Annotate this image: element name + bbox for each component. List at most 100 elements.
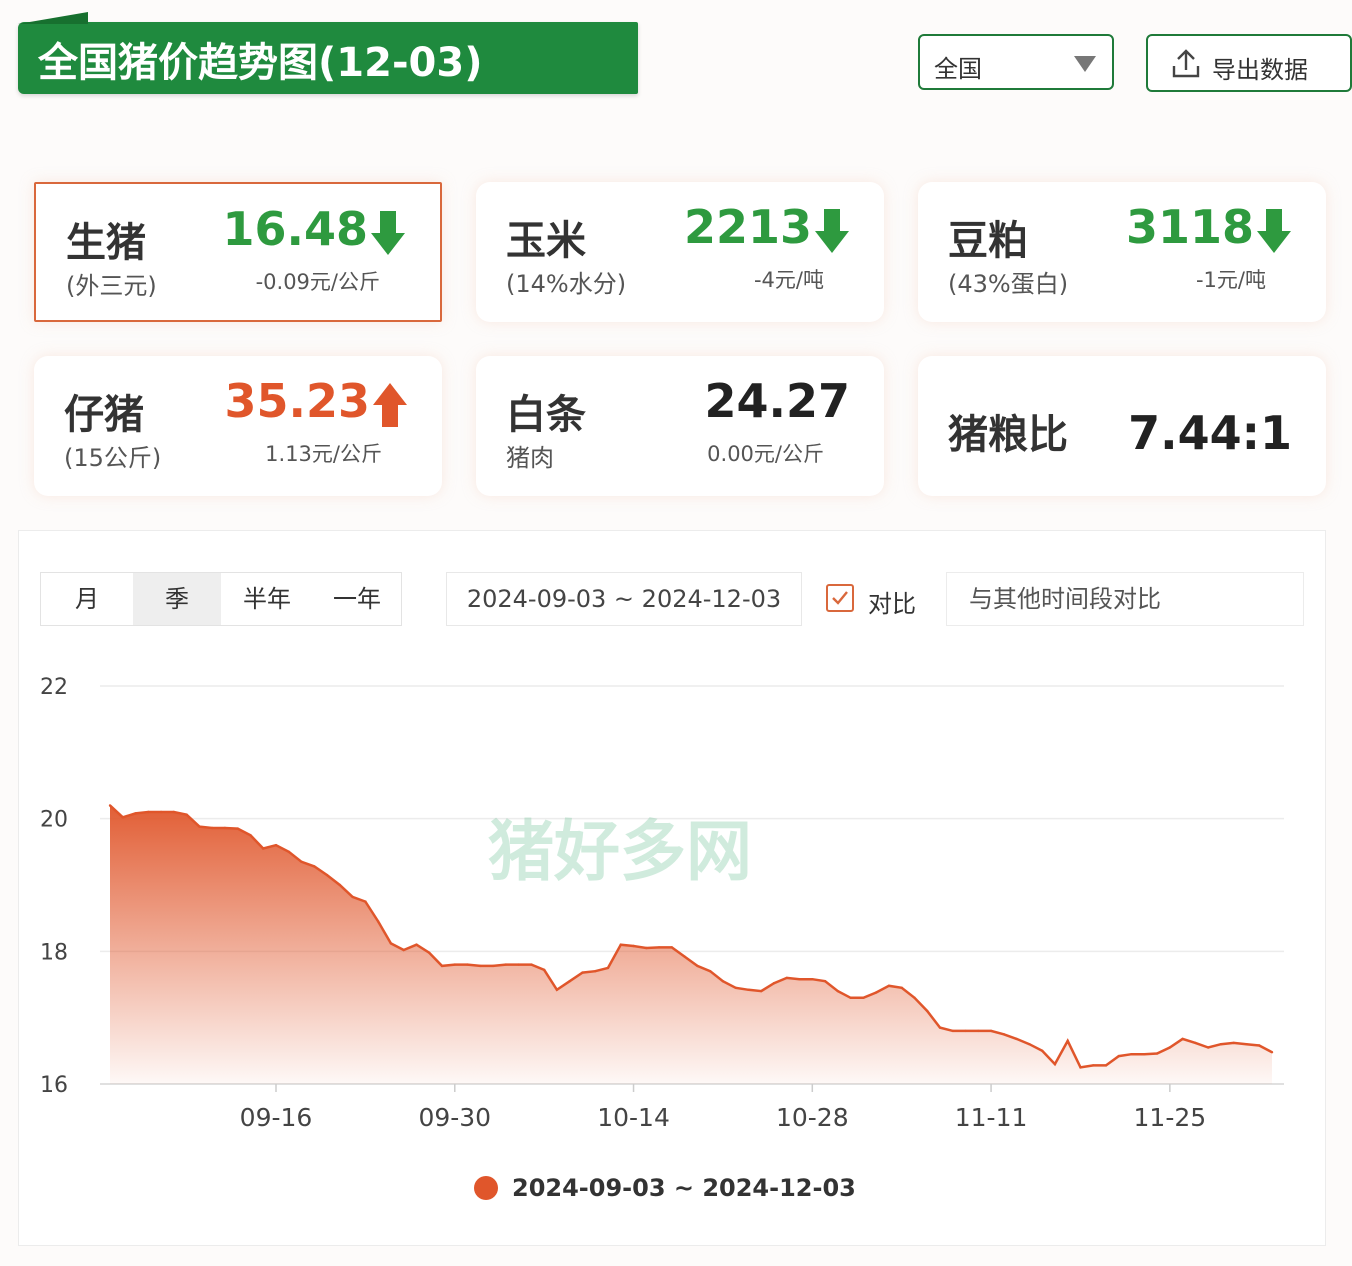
data-point [1002, 1033, 1005, 1036]
data-point [1015, 1037, 1018, 1041]
data-point [300, 860, 303, 863]
data-point [657, 946, 661, 949]
x-tick-label: 10-14 [597, 1103, 670, 1132]
data-point [1053, 1062, 1057, 1066]
data-point [785, 976, 788, 980]
data-point [415, 943, 418, 946]
data-point [1258, 1044, 1261, 1047]
y-tick-label: 18 [40, 940, 68, 965]
data-point [1066, 1039, 1069, 1043]
data-point [223, 826, 227, 830]
data-point [313, 865, 316, 868]
price-chart: 16 18 20 22 09-16 09-30 10-14 10-28 11-11 11-25 [40, 675, 1284, 1132]
data-point [147, 810, 150, 814]
data-point [862, 996, 865, 999]
data-point [964, 1029, 967, 1033]
data-point [236, 827, 239, 830]
data-point [977, 1029, 980, 1033]
data-point [798, 978, 801, 981]
data-point [951, 1029, 954, 1033]
x-tick-label: 09-30 [418, 1103, 491, 1132]
x-tick-label: 11-25 [1134, 1103, 1207, 1132]
y-tick-label: 16 [40, 1073, 68, 1098]
data-point [108, 804, 112, 807]
data-point [823, 980, 827, 983]
data-point [1194, 1041, 1197, 1045]
data-point [1181, 1037, 1184, 1041]
data-point [836, 989, 839, 993]
data-point [645, 946, 648, 950]
data-point [198, 825, 201, 828]
data-point [555, 988, 559, 991]
data-point [1245, 1043, 1248, 1046]
data-point [568, 980, 571, 983]
data-point [325, 873, 329, 877]
data-point [479, 964, 482, 968]
data-point [926, 1009, 929, 1013]
data-point [670, 946, 673, 949]
data-point [491, 964, 495, 968]
data-point [1104, 1064, 1108, 1067]
data-point [1041, 1049, 1044, 1053]
data-point [428, 951, 431, 954]
data-point [709, 970, 712, 973]
data-point [632, 944, 635, 948]
data-point [1232, 1041, 1235, 1045]
x-tick-label: 11-11 [955, 1103, 1028, 1132]
data-point [543, 968, 546, 972]
legend-marker [474, 1176, 498, 1200]
data-point [1117, 1054, 1121, 1058]
data-point [900, 986, 903, 989]
data-point [121, 816, 125, 819]
data-point [887, 984, 891, 987]
data-point [351, 895, 354, 899]
data-point [377, 920, 380, 923]
legend-label: 2024-09-03 ~ 2024-12-03 [512, 1174, 856, 1202]
data-point [734, 986, 737, 989]
data-point [683, 955, 686, 958]
data-point [453, 963, 456, 966]
data-point [1270, 1051, 1274, 1054]
data-point [338, 883, 341, 887]
data-point [849, 996, 852, 999]
data-point [606, 966, 610, 970]
data-point [440, 964, 444, 968]
data-point [1143, 1053, 1146, 1056]
data-point [1155, 1052, 1159, 1055]
data-point [185, 813, 188, 816]
data-point [1168, 1046, 1172, 1049]
data-point [249, 834, 252, 837]
data-point [721, 980, 725, 983]
watermark-text: 猪好多网 [488, 813, 752, 890]
data-point [402, 948, 405, 952]
data-point [875, 991, 878, 994]
data-point [172, 810, 175, 814]
data-point [1219, 1043, 1223, 1046]
data-point [159, 810, 163, 814]
data-point [594, 970, 597, 973]
data-point [274, 844, 278, 847]
data-point [619, 943, 622, 946]
data-point [211, 826, 214, 830]
x-tick-label: 10-28 [776, 1103, 849, 1132]
data-point [760, 989, 763, 993]
data-point [913, 996, 916, 999]
data-point [1207, 1046, 1210, 1049]
chart-legend: 2024-09-03 ~ 2024-12-03 [474, 1174, 856, 1202]
data-point [1079, 1066, 1082, 1069]
y-tick-label: 20 [40, 808, 68, 833]
data-point [772, 982, 776, 985]
y-tick-label: 22 [40, 675, 68, 700]
data-point [1130, 1053, 1133, 1056]
data-point [1092, 1064, 1095, 1067]
data-point [287, 850, 290, 853]
data-point [938, 1026, 942, 1029]
data-point [696, 964, 699, 968]
watermark-logo: 猪好多网 [488, 810, 788, 890]
data-point [530, 963, 533, 966]
data-point [134, 812, 137, 815]
data-point [364, 900, 367, 903]
x-tick-label: 09-16 [240, 1103, 313, 1132]
data-point [466, 963, 469, 966]
data-point [1028, 1043, 1031, 1046]
